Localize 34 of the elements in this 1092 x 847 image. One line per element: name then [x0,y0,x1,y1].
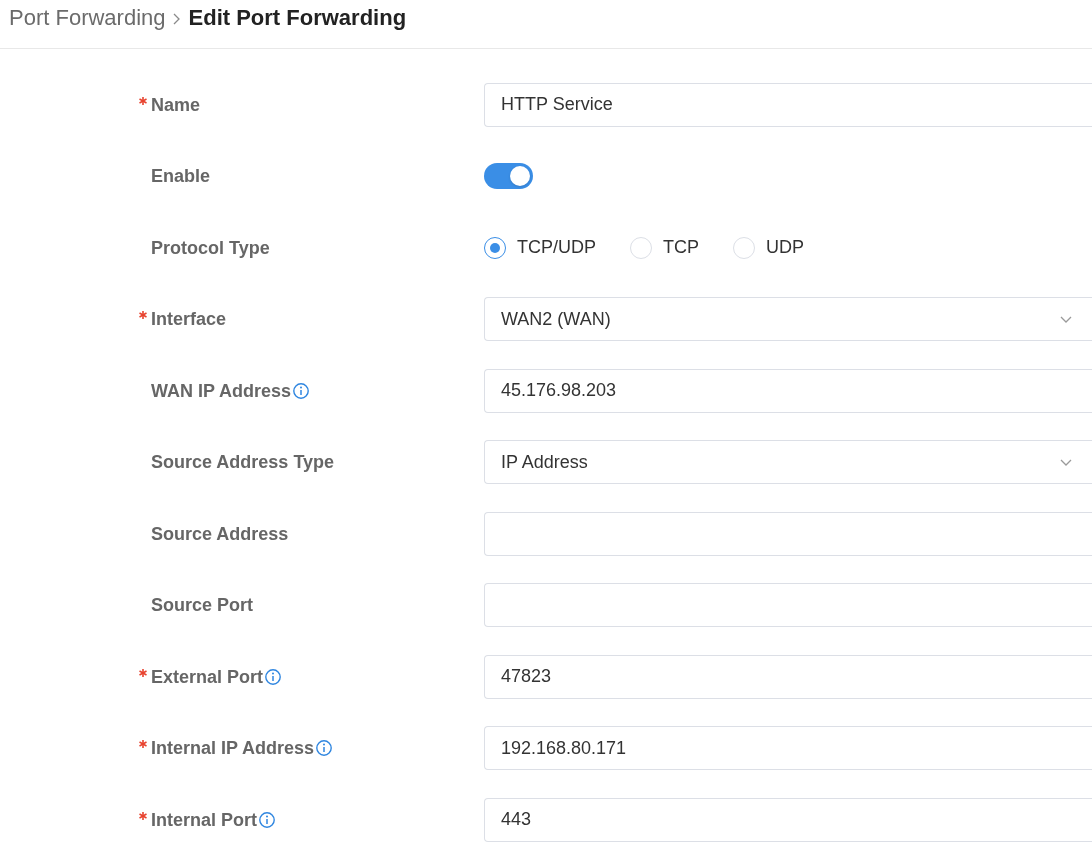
field-label: Source Address [151,522,289,546]
text-field[interactable]: 443 [484,797,1092,842]
field-label: Protocol Type [151,236,270,260]
chevron-down-icon [1060,458,1072,466]
radio-label[interactable]: TCP [663,234,699,262]
field-label: Source Address Type [151,451,335,475]
chevron-down-icon [1060,315,1072,323]
field-label: Internal Port [151,808,257,832]
text-field[interactable] [484,511,1092,556]
field-label: Enable [151,165,211,189]
field-label: Interface [151,308,227,332]
text-field[interactable]: 47823 [484,654,1092,699]
chevron-right-icon [172,13,180,25]
radio-button[interactable] [484,236,506,259]
info-icon[interactable] [259,811,275,828]
text-field[interactable]: 45.176.98.203 [484,368,1092,413]
breadcrumb-link[interactable]: Port Forwarding [9,4,166,32]
field-label: Name [151,93,201,117]
radio-label[interactable]: TCP/UDP [517,234,596,262]
text-field[interactable]: HTTP Service [484,82,1092,127]
info-icon[interactable] [293,382,310,399]
field-label: External Port [151,665,264,689]
text-field[interactable] [484,583,1092,628]
field-label: Source Port [151,594,254,618]
info-icon[interactable] [316,740,333,757]
toggle-switch[interactable] [484,163,533,190]
field-label: Internal IP Address [151,737,315,761]
dropdown-field[interactable]: IP Address [484,440,1092,485]
dropdown-field[interactable]: WAN2 (WAN) [484,297,1092,342]
radio-label[interactable]: UDP [766,234,805,262]
info-icon[interactable] [265,668,282,685]
page-title: Edit Port Forwarding [188,4,407,32]
field-label: WAN IP Address [151,379,292,403]
text-field[interactable]: 192.168.80.171 [484,726,1092,771]
